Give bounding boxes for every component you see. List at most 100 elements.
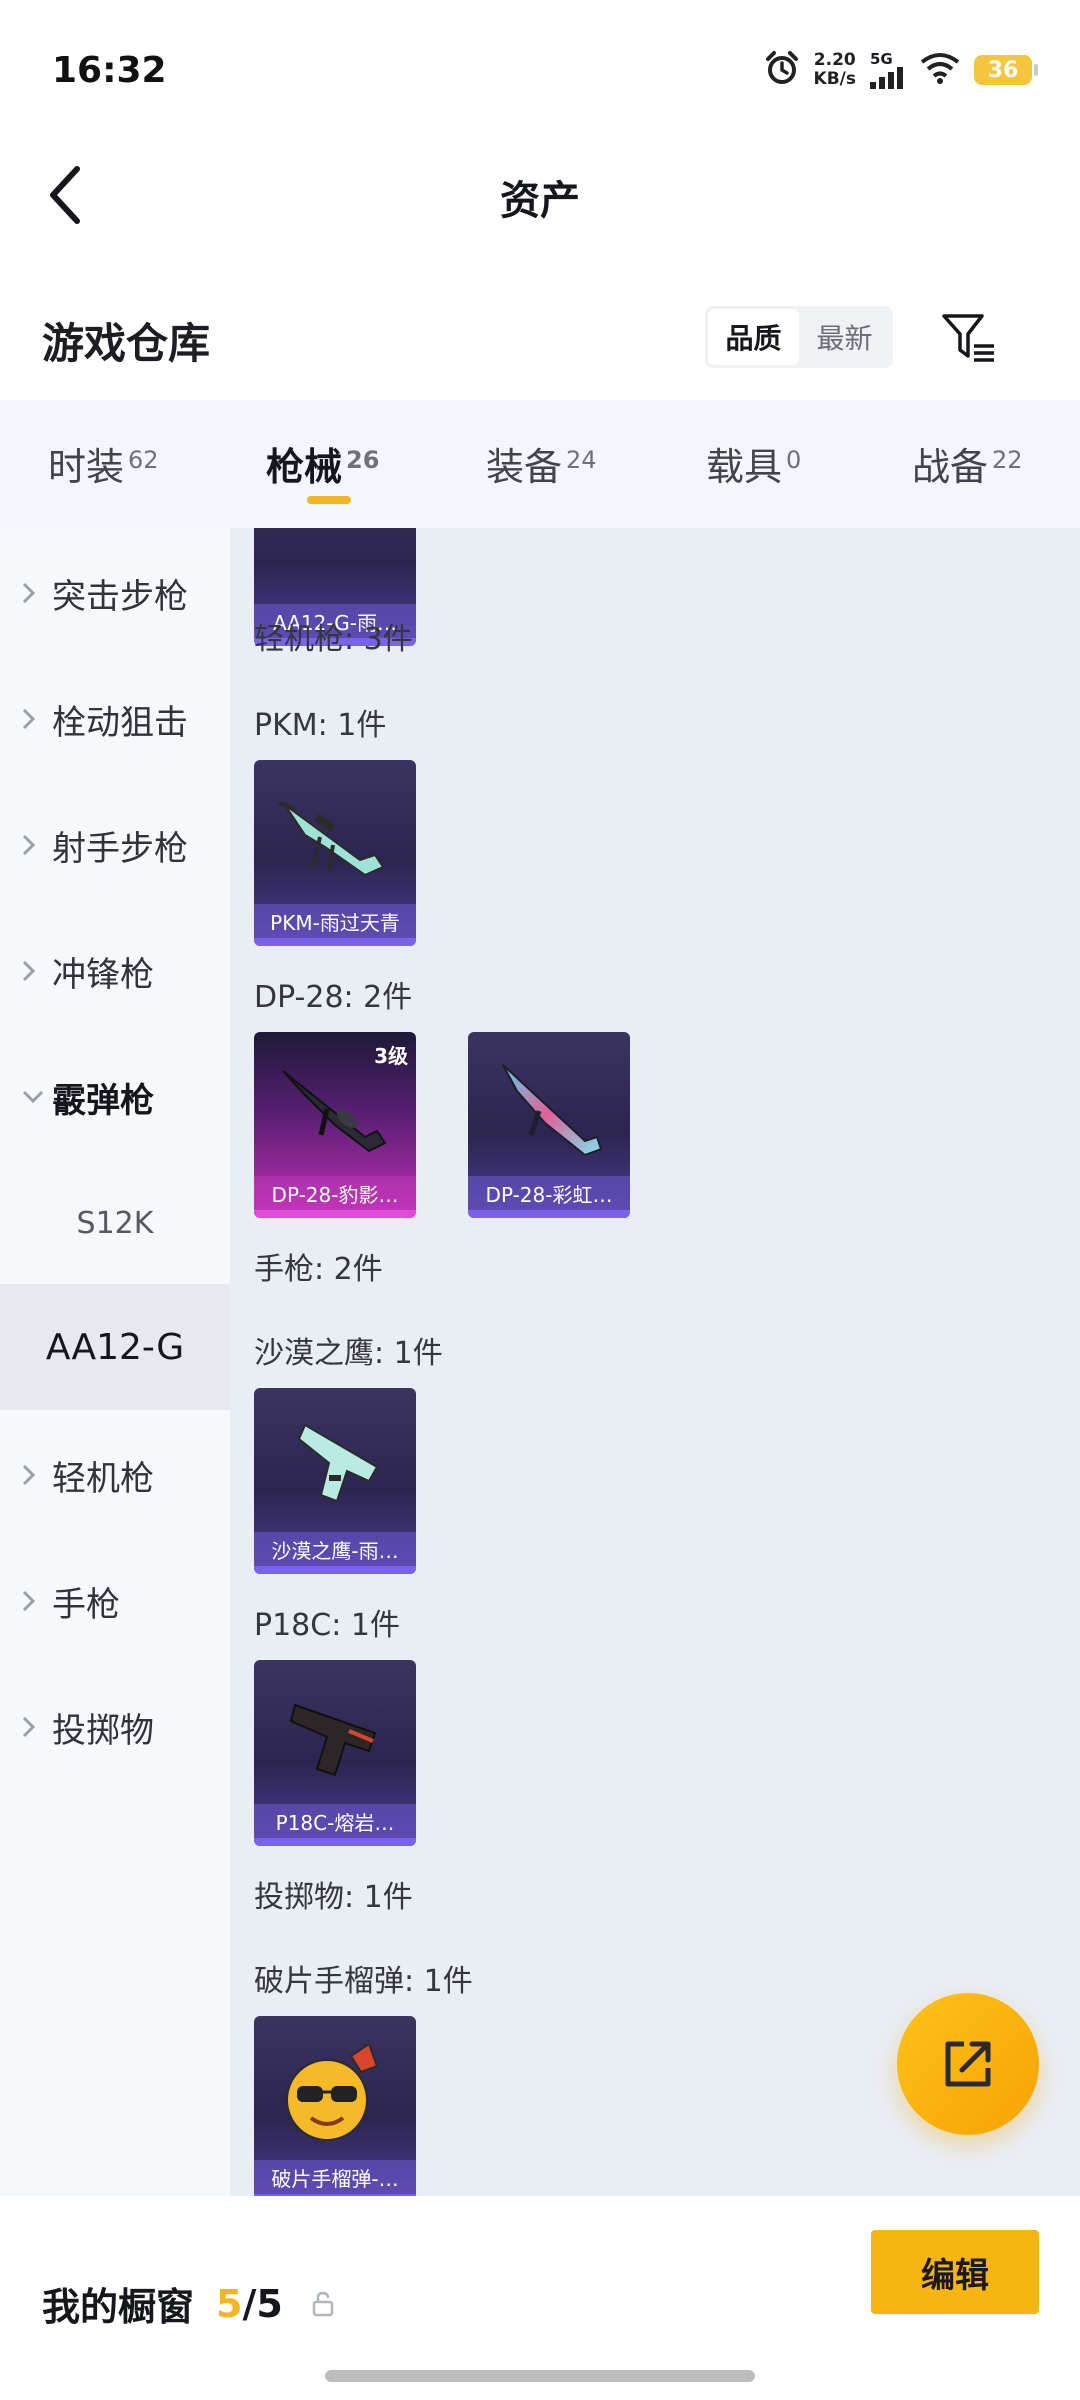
- item-card-dp28-rainbow[interactable]: DP-28-彩虹…: [468, 1032, 630, 1218]
- group-header-p18c: P18C: 1件: [254, 1608, 400, 1643]
- sidebar-item-pistol[interactable]: 手枪: [0, 1546, 230, 1656]
- sidebar-item-bolt-sniper[interactable]: 栓动狙击: [0, 664, 230, 774]
- item-card-rarity-bar: [254, 1838, 416, 1846]
- tab-label: 枪械: [266, 445, 343, 489]
- sidebar-item-label: 冲锋枪: [52, 954, 154, 995]
- item-card-label: PKM-雨过天青: [254, 904, 416, 938]
- sidebar-item-label: 射手步枪: [52, 828, 188, 869]
- item-card-label: 破片手榴弹-…: [254, 2160, 416, 2194]
- chevron-right-icon: [22, 960, 44, 982]
- pistol-icon: [254, 1388, 416, 1538]
- tab-count: 22: [992, 446, 1023, 474]
- net-speed-unit: KB/s: [813, 69, 856, 89]
- tab-equipment[interactable]: 装备 24: [486, 436, 597, 491]
- sidebar-item-label: 霰弹枪: [52, 1080, 154, 1121]
- shotgun-icon: [254, 528, 416, 610]
- sidebar-item-smg[interactable]: 冲锋枪: [0, 916, 230, 1026]
- item-card-p18c[interactable]: P18C-熔岩…: [254, 1660, 416, 1846]
- home-indicator[interactable]: [325, 2370, 755, 2382]
- pistol-icon: [254, 1660, 416, 1810]
- network-type: 5G: [870, 49, 893, 68]
- item-card-desert-eagle[interactable]: 沙漠之鹰-雨…: [254, 1388, 416, 1574]
- item-card-label: DP-28-豹影…: [254, 1176, 416, 1210]
- machine-gun-icon: [254, 760, 416, 910]
- sidebar-item-assault-rifle[interactable]: 突击步枪: [0, 538, 230, 648]
- warehouse-row: 游戏仓库 品质 最新: [0, 290, 1080, 400]
- page-title: 资产: [500, 178, 580, 224]
- sidebar-item-label: 突击步枪: [52, 576, 188, 617]
- bottom-bar: 我的橱窗 5 / 5 编辑: [0, 2196, 1080, 2400]
- showcase-current-count: 5: [216, 2281, 243, 2326]
- tab-label: 装备: [486, 445, 563, 489]
- item-card-rarity-bar: [254, 1210, 416, 1218]
- sidebar-item-label: 轻机枪: [52, 1458, 154, 1499]
- sidebar-item-label: AA12-G: [45, 1326, 185, 1368]
- alarm-icon: [764, 50, 800, 90]
- sidebar-item-label: S12K: [76, 1205, 154, 1241]
- sidebar-subitem-s12k[interactable]: S12K: [0, 1168, 230, 1278]
- showcase-label: 我的橱窗: [42, 2285, 195, 2329]
- chevron-down-icon: [22, 1090, 44, 1104]
- chevron-right-icon: [22, 834, 44, 856]
- tab-label: 时装: [48, 445, 125, 489]
- status-icons: 2.20 KB/s 5G 36: [764, 49, 1038, 90]
- tab-count: 0: [786, 446, 802, 474]
- group-header-pkm: PKM: 1件: [254, 708, 387, 743]
- group-header-desert-eagle: 沙漠之鹰: 1件: [254, 1336, 443, 1371]
- sidebar-item-shotgun[interactable]: 霰弹枪: [0, 1042, 230, 1152]
- item-card-pkm[interactable]: PKM-雨过天青: [254, 760, 416, 946]
- edit-button[interactable]: 编辑: [871, 2230, 1039, 2314]
- battery-icon: 36: [974, 55, 1038, 85]
- chevron-right-icon: [22, 1464, 44, 1486]
- tab-label: 战备: [912, 445, 989, 489]
- grenade-icon: [254, 2016, 416, 2166]
- sidebar-item-marksman-rifle[interactable]: 射手步枪: [0, 790, 230, 900]
- group-header-pistol: 手枪: 2件: [254, 1252, 383, 1287]
- tab-vehicles[interactable]: 载具 0: [706, 436, 801, 491]
- tab-supplies[interactable]: 战备 22: [912, 436, 1023, 491]
- tab-fashion[interactable]: 时装 62: [48, 436, 159, 491]
- tab-count: 62: [128, 446, 159, 474]
- net-speed: 2.20 KB/s: [814, 51, 856, 89]
- machine-gun-icon: [254, 1032, 416, 1182]
- sidebar-item-lmg[interactable]: 轻机枪: [0, 1420, 230, 1530]
- tab-firearms[interactable]: 枪械 26: [266, 436, 379, 491]
- tab-active-indicator: [307, 496, 351, 504]
- group-header-frag-grenade: 破片手榴弹: 1件: [254, 1964, 473, 1999]
- battery-level: 36: [987, 57, 1019, 83]
- tab-count: 24: [566, 446, 597, 474]
- filter-button[interactable]: [935, 304, 1003, 372]
- sort-newest[interactable]: 最新: [799, 309, 890, 365]
- tab-label: 载具: [706, 445, 783, 489]
- item-card-rarity-bar: [468, 1210, 630, 1218]
- sort-quality[interactable]: 品质: [708, 309, 799, 365]
- wifi-icon: [920, 52, 960, 88]
- net-speed-value: 2.20: [813, 50, 856, 70]
- sort-toggle: 品质 最新: [705, 306, 893, 368]
- showcase-summary: 我的橱窗 5 / 5: [42, 2276, 335, 2331]
- lock-icon: [311, 2291, 335, 2317]
- rifle-icon: [468, 1032, 630, 1182]
- status-bar: 16:32 2.20 KB/s 5G 36: [0, 0, 1080, 140]
- chevron-right-icon: [22, 708, 44, 730]
- chevron-right-icon: [22, 1590, 44, 1612]
- warehouse-title: 游戏仓库: [42, 319, 211, 368]
- chevron-right-icon: [22, 1716, 44, 1738]
- status-time: 16:32: [52, 50, 167, 91]
- item-card-label: P18C-熔岩…: [254, 1804, 416, 1838]
- filter-icon: [942, 314, 994, 362]
- item-card-dp28-leopard[interactable]: 3级 DP-28-豹影…: [254, 1032, 416, 1218]
- sidebar-item-throwables[interactable]: 投掷物: [0, 1672, 230, 1782]
- signal-icon: 5G: [870, 49, 906, 89]
- item-card-frag-grenade[interactable]: 破片手榴弹-…: [254, 2016, 416, 2196]
- share-button[interactable]: [897, 1993, 1039, 2135]
- sidebar-subitem-aa12g[interactable]: AA12-G: [0, 1284, 230, 1410]
- tab-count: 26: [346, 446, 380, 474]
- item-card-label: 沙漠之鹰-雨…: [254, 1532, 416, 1566]
- sidebar-item-label: 投掷物: [52, 1710, 154, 1751]
- weapon-type-sidebar: 突击步枪 栓动狙击 射手步枪 冲锋枪 霰弹枪 S12K AA12-G 轻机枪 手…: [0, 528, 230, 2196]
- item-list[interactable]: AA12-G-雨… 轻机枪: 3件 PKM: 1件 PKM-雨过天青 DP-28…: [230, 528, 1080, 2196]
- group-header-throwables: 投掷物: 1件: [254, 1880, 413, 1915]
- showcase-separator: /: [242, 2281, 257, 2326]
- showcase-total-count: 5: [256, 2281, 283, 2326]
